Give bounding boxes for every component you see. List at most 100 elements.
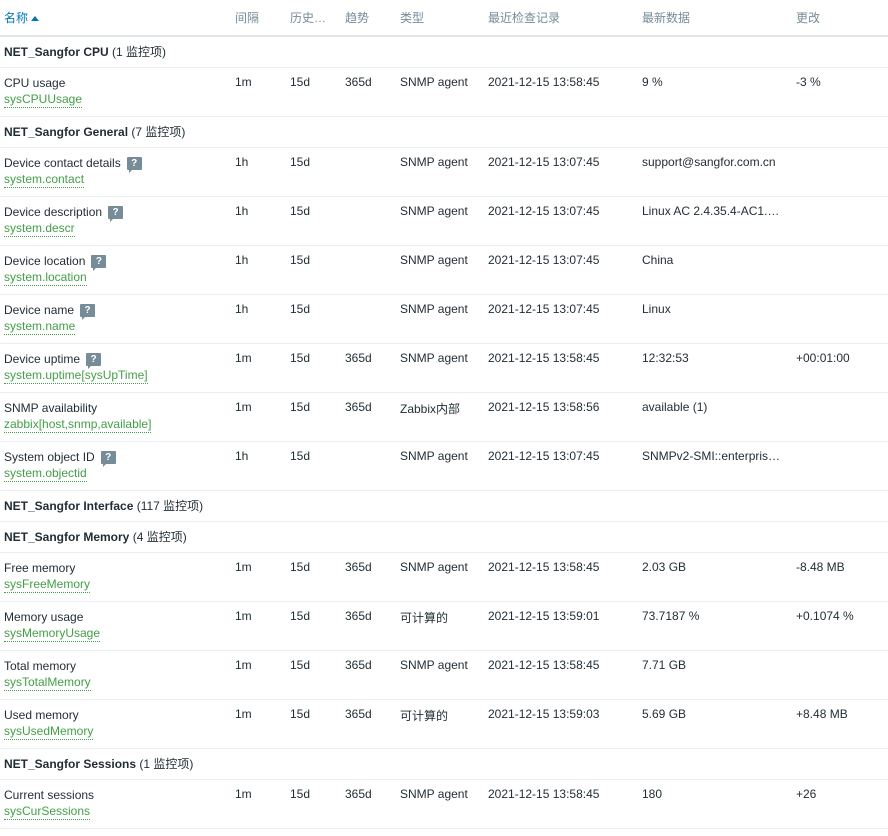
item-name-cell: Device name? system.name (0, 294, 231, 344)
group-name[interactable]: NET_Sangfor Memory (4, 530, 129, 544)
item-type: SNMP agent (396, 67, 484, 117)
item-last-check: 2021-12-15 13:07:45 (484, 294, 638, 344)
item-key-link[interactable]: sysMemoryUsage (4, 625, 101, 642)
group-name[interactable]: NET_Sangfor Sessions (4, 757, 136, 771)
help-icon[interactable]: ? (91, 254, 107, 271)
item-change (792, 441, 888, 491)
item-last-check: 2021-12-15 13:07:45 (484, 196, 638, 246)
item-last-check: 2021-12-15 13:59:03 (484, 699, 638, 749)
item-interval: 1h (231, 294, 286, 344)
item-key-link[interactable]: system.objectid (4, 465, 87, 482)
help-icon[interactable]: ? (100, 450, 116, 467)
item-history: 15d (286, 699, 341, 749)
item-trends: 365d (341, 552, 396, 602)
group-cell[interactable]: NET_Sangfor General (7 监控项) (0, 116, 888, 148)
item-history: 15d (286, 601, 341, 651)
item-type: SNMP agent (396, 441, 484, 491)
item-type: SNMP agent (396, 650, 484, 700)
item-name-cell: Device uptime? system.uptime[sysUpTime] (0, 343, 231, 393)
item-name: Device description (4, 204, 103, 219)
help-icon[interactable]: ? (108, 205, 124, 222)
item-history: 15d (286, 552, 341, 602)
item-key-link[interactable]: sysCPUUsage (4, 91, 83, 108)
item-key-link[interactable]: system.location (4, 269, 87, 286)
group-cell[interactable]: NET_Sangfor CPU (1 监控项) (0, 36, 888, 68)
item-last-check: 2021-12-15 13:58:45 (484, 552, 638, 602)
item-history: 15d (286, 294, 341, 344)
item-interval: 1m (231, 601, 286, 651)
latest-data-table: 名称 间隔 历史… 趋势 类型 最近检查记录 最新数据 更改 NET_Sangf… (0, 0, 888, 829)
item-key-link[interactable]: system.name (4, 318, 76, 335)
item-last-value: 12:32:53 (638, 343, 792, 393)
item-name: Free memory (4, 560, 76, 575)
group-row[interactable]: NET_Sangfor Sessions (1 监控项) (0, 748, 888, 780)
table-row: CPU usage sysCPUUsage 1m 15d 365d SNMP a… (0, 67, 888, 117)
group-cell[interactable]: NET_Sangfor Interface (117 监控项) (0, 490, 888, 522)
help-icon[interactable]: ? (80, 303, 96, 320)
help-icon[interactable]: ? (86, 352, 102, 369)
group-row[interactable]: NET_Sangfor General (7 监控项) (0, 116, 888, 148)
group-name[interactable]: NET_Sangfor Interface (4, 499, 133, 513)
item-key-link[interactable]: sysTotalMemory (4, 674, 91, 691)
group-row[interactable]: NET_Sangfor Interface (117 监控项) (0, 490, 888, 522)
item-type: SNMP agent (396, 343, 484, 393)
item-trends: 365d (341, 779, 396, 829)
item-change: +00:01:00 (792, 343, 888, 393)
item-type: SNMP agent (396, 147, 484, 197)
item-name: Memory usage (4, 609, 84, 624)
item-interval: 1m (231, 67, 286, 117)
item-key-link[interactable]: sysFreeMemory (4, 576, 91, 593)
group-count: (117 监控项) (136, 499, 204, 513)
item-name-cell: Device description? system.descr (0, 196, 231, 246)
item-type: SNMP agent (396, 552, 484, 602)
item-key-link[interactable]: system.contact (4, 171, 85, 188)
group-row[interactable]: NET_Sangfor Memory (4 监控项) (0, 521, 888, 553)
item-key-link[interactable]: sysUsedMemory (4, 723, 94, 740)
item-last-check: 2021-12-15 13:07:45 (484, 147, 638, 197)
group-name[interactable]: NET_Sangfor General (4, 125, 128, 139)
item-key-link[interactable]: system.descr (4, 220, 75, 237)
item-change (792, 245, 888, 295)
column-header-name-label[interactable]: 名称 (4, 11, 28, 25)
item-history: 15d (286, 392, 341, 442)
column-header-last-value: 最新数据 (638, 0, 792, 37)
group-cell[interactable]: NET_Sangfor Memory (4 监控项) (0, 521, 888, 553)
item-name-cell: System object ID? system.objectid (0, 441, 231, 491)
item-change: +26 (792, 779, 888, 829)
group-row[interactable]: NET_Sangfor CPU (1 监控项) (0, 36, 888, 68)
sort-ascending-icon[interactable] (31, 16, 40, 21)
item-name: Device uptime (4, 351, 81, 366)
item-history: 15d (286, 650, 341, 700)
item-last-check: 2021-12-15 13:58:45 (484, 650, 638, 700)
column-header-name[interactable]: 名称 (0, 0, 231, 37)
table-row: Total memory sysTotalMemory 1m 15d 365d … (0, 650, 888, 700)
item-last-check: 2021-12-15 13:07:45 (484, 441, 638, 491)
item-last-value: 2.03 GB (638, 552, 792, 602)
item-interval: 1m (231, 699, 286, 749)
item-last-check: 2021-12-15 13:58:45 (484, 343, 638, 393)
column-header-history: 历史… (286, 0, 341, 37)
item-interval: 1h (231, 441, 286, 491)
table-body: NET_Sangfor CPU (1 监控项) CPU usage sysCPU… (0, 36, 888, 829)
item-change (792, 392, 888, 442)
group-cell[interactable]: NET_Sangfor Sessions (1 监控项) (0, 748, 888, 780)
column-header-type: 类型 (396, 0, 484, 37)
item-change: +8.48 MB (792, 699, 888, 749)
item-interval: 1m (231, 650, 286, 700)
item-last-value: 180 (638, 779, 792, 829)
item-history: 15d (286, 245, 341, 295)
item-key-link[interactable]: zabbix[host,snmp,available] (4, 416, 152, 433)
help-icon[interactable]: ? (126, 156, 142, 173)
item-last-check: 2021-12-15 13:58:45 (484, 779, 638, 829)
item-last-value: 5.69 GB (638, 699, 792, 749)
item-key-link[interactable]: system.uptime[sysUpTime] (4, 367, 148, 384)
item-interval: 1h (231, 196, 286, 246)
group-name[interactable]: NET_Sangfor CPU (4, 45, 109, 59)
item-name: Used memory (4, 707, 79, 722)
item-change: +0.1074 % (792, 601, 888, 651)
item-name: CPU usage (4, 75, 66, 90)
table-header: 名称 间隔 历史… 趋势 类型 最近检查记录 最新数据 更改 (0, 0, 888, 37)
item-key-link[interactable]: sysCurSessions (4, 803, 91, 820)
item-interval: 1m (231, 343, 286, 393)
item-history: 15d (286, 67, 341, 117)
